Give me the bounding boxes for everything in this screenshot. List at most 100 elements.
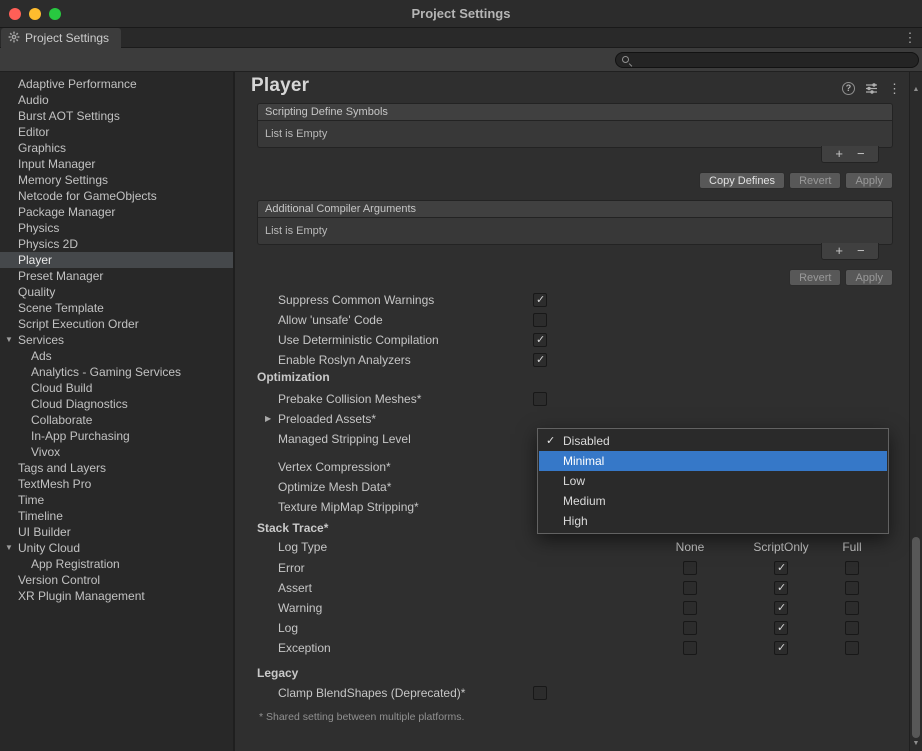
checkbox-assert-full[interactable] [845, 581, 859, 595]
remove-define-button[interactable]: − [857, 147, 865, 161]
sidebar-item-adaptive-performance[interactable]: Adaptive Performance [0, 76, 233, 92]
checkbox-error-none[interactable] [683, 561, 697, 575]
search-input[interactable] [636, 53, 912, 67]
list-empty-state: List is Empty [257, 218, 893, 245]
checkbox-log-scriptonly[interactable] [774, 621, 788, 635]
stack-trace-row-warning: Warning [235, 598, 909, 618]
sidebar-item-unity-cloud[interactable]: ▼Unity Cloud [0, 540, 233, 556]
checkbox-error-scriptonly[interactable] [774, 561, 788, 575]
defines-revert-button[interactable]: Revert [789, 172, 841, 189]
sidebar-item-label: Adaptive Performance [18, 77, 137, 91]
sidebar-item-package-manager[interactable]: Package Manager [0, 204, 233, 220]
checkbox-clamp-blendshapes-deprecated[interactable] [533, 686, 547, 700]
sidebar-item-cloud-diagnostics[interactable]: Cloud Diagnostics [0, 396, 233, 412]
sidebar-item-version-control[interactable]: Version Control [0, 572, 233, 588]
sidebar-item-time[interactable]: Time [0, 492, 233, 508]
arguments-apply-button[interactable]: Apply [845, 269, 893, 286]
dropdown-item-disabled[interactable]: ✓Disabled [539, 431, 887, 451]
sidebar-item-preset-manager[interactable]: Preset Manager [0, 268, 233, 284]
sidebar-item-ads[interactable]: Ads [0, 348, 233, 364]
sidebar-item-graphics[interactable]: Graphics [0, 140, 233, 156]
sidebar-item-label: Script Execution Order [18, 317, 139, 331]
foldout-closed-icon[interactable]: ▶ [265, 412, 271, 426]
checkbox-log-none[interactable] [683, 621, 697, 635]
sidebar-item-app-registration[interactable]: App Registration [0, 556, 233, 572]
remove-argument-button[interactable]: − [857, 244, 865, 258]
sidebar-item-label: XR Plugin Management [18, 589, 145, 603]
sidebar-item-textmesh-pro[interactable]: TextMesh Pro [0, 476, 233, 492]
log-type-row-label: Error [278, 561, 305, 575]
tab-options-menu-icon[interactable]: ⋮ [903, 30, 917, 46]
dropdown-item-minimal[interactable]: Minimal [539, 451, 887, 471]
sidebar-item-cloud-build[interactable]: Cloud Build [0, 380, 233, 396]
checkbox-warning-full[interactable] [845, 601, 859, 615]
dropdown-item-label: Medium [563, 491, 606, 511]
sidebar-item-script-execution-order[interactable]: Script Execution Order [0, 316, 233, 332]
sidebar-item-physics[interactable]: Physics [0, 220, 233, 236]
add-define-button[interactable]: + [835, 147, 843, 161]
checkbox-use-deterministic-compilation[interactable] [533, 333, 547, 347]
column-header-scriptonly: ScriptOnly [746, 540, 816, 554]
sidebar-item-memory-settings[interactable]: Memory Settings [0, 172, 233, 188]
sidebar-item-analytics-gaming-services[interactable]: Analytics - Gaming Services [0, 364, 233, 380]
checkbox-log-full[interactable] [845, 621, 859, 635]
dropdown-item-medium[interactable]: Medium [539, 491, 887, 511]
sidebar-item-in-app-purchasing[interactable]: In-App Purchasing [0, 428, 233, 444]
empty-label: List is Empty [265, 225, 327, 237]
sidebar-item-services[interactable]: ▼Services [0, 332, 233, 348]
tab-project-settings[interactable]: Project Settings [1, 28, 121, 48]
zoom-window-button[interactable] [49, 8, 61, 20]
sidebar-item-tags-and-layers[interactable]: Tags and Layers [0, 460, 233, 476]
setting-label: Use Deterministic Compilation [278, 333, 439, 347]
sidebar-item-ui-builder[interactable]: UI Builder [0, 524, 233, 540]
list-footer: + − [821, 146, 879, 163]
sidebar-item-xr-plugin-management[interactable]: XR Plugin Management [0, 588, 233, 604]
defines-apply-button[interactable]: Apply [845, 172, 893, 189]
copy-defines-button[interactable]: Copy Defines [699, 172, 785, 189]
setting-label: Texture MipMap Stripping* [278, 500, 419, 514]
arguments-revert-button[interactable]: Revert [789, 269, 841, 286]
checkbox-warning-none[interactable] [683, 601, 697, 615]
sidebar-item-quality[interactable]: Quality [0, 284, 233, 300]
log-type-label: Log Type [278, 540, 327, 554]
presets-icon[interactable] [865, 82, 878, 95]
scroll-up-icon[interactable]: ▲ [910, 86, 922, 94]
add-argument-button[interactable]: + [835, 244, 843, 258]
checkbox-exception-none[interactable] [683, 641, 697, 655]
checkbox-enable-roslyn-analyzers[interactable] [533, 353, 547, 367]
sidebar-item-player[interactable]: Player [0, 252, 233, 268]
scrollbar-thumb[interactable] [912, 537, 920, 738]
sidebar-item-physics-2d[interactable]: Physics 2D [0, 236, 233, 252]
checkbox-assert-scriptonly[interactable] [774, 581, 788, 595]
scroll-down-icon[interactable]: ▼ [910, 740, 922, 748]
sidebar-item-burst-aot-settings[interactable]: Burst AOT Settings [0, 108, 233, 124]
checkbox-assert-none[interactable] [683, 581, 697, 595]
sidebar-item-label: App Registration [31, 557, 120, 571]
sidebar-item-label: TextMesh Pro [18, 477, 91, 491]
main-scrollbar[interactable]: ▲ ▼ [909, 72, 922, 751]
checkbox-exception-scriptonly[interactable] [774, 641, 788, 655]
checkbox-suppress-common-warnings[interactable] [533, 293, 547, 307]
dropdown-item-low[interactable]: Low [539, 471, 887, 491]
checkbox-error-full[interactable] [845, 561, 859, 575]
sidebar-item-timeline[interactable]: Timeline [0, 508, 233, 524]
minimize-window-button[interactable] [29, 8, 41, 20]
foldout-open-icon[interactable]: ▼ [5, 332, 13, 348]
sidebar-item-audio[interactable]: Audio [0, 92, 233, 108]
checkbox-warning-scriptonly[interactable] [774, 601, 788, 615]
help-icon[interactable]: ? [842, 82, 855, 95]
panel-more-options-icon[interactable]: ⋮ [888, 82, 901, 95]
checkbox-exception-full[interactable] [845, 641, 859, 655]
sidebar-item-input-manager[interactable]: Input Manager [0, 156, 233, 172]
close-window-button[interactable] [9, 8, 21, 20]
foldout-open-icon[interactable]: ▼ [5, 540, 13, 556]
sidebar-item-netcode-for-gameobjects[interactable]: Netcode for GameObjects [0, 188, 233, 204]
sidebar-item-scene-template[interactable]: Scene Template [0, 300, 233, 316]
sidebar-item-vivox[interactable]: Vivox [0, 444, 233, 460]
sidebar-item-collaborate[interactable]: Collaborate [0, 412, 233, 428]
sidebar-item-editor[interactable]: Editor [0, 124, 233, 140]
checkbox-allow-unsafe-code[interactable] [533, 313, 547, 327]
checkbox-prebake-collision-meshes[interactable] [533, 392, 547, 406]
dropdown-item-high[interactable]: High [539, 511, 887, 531]
stack-trace-column-headers: Log Type NoneScriptOnlyFull [235, 540, 909, 558]
